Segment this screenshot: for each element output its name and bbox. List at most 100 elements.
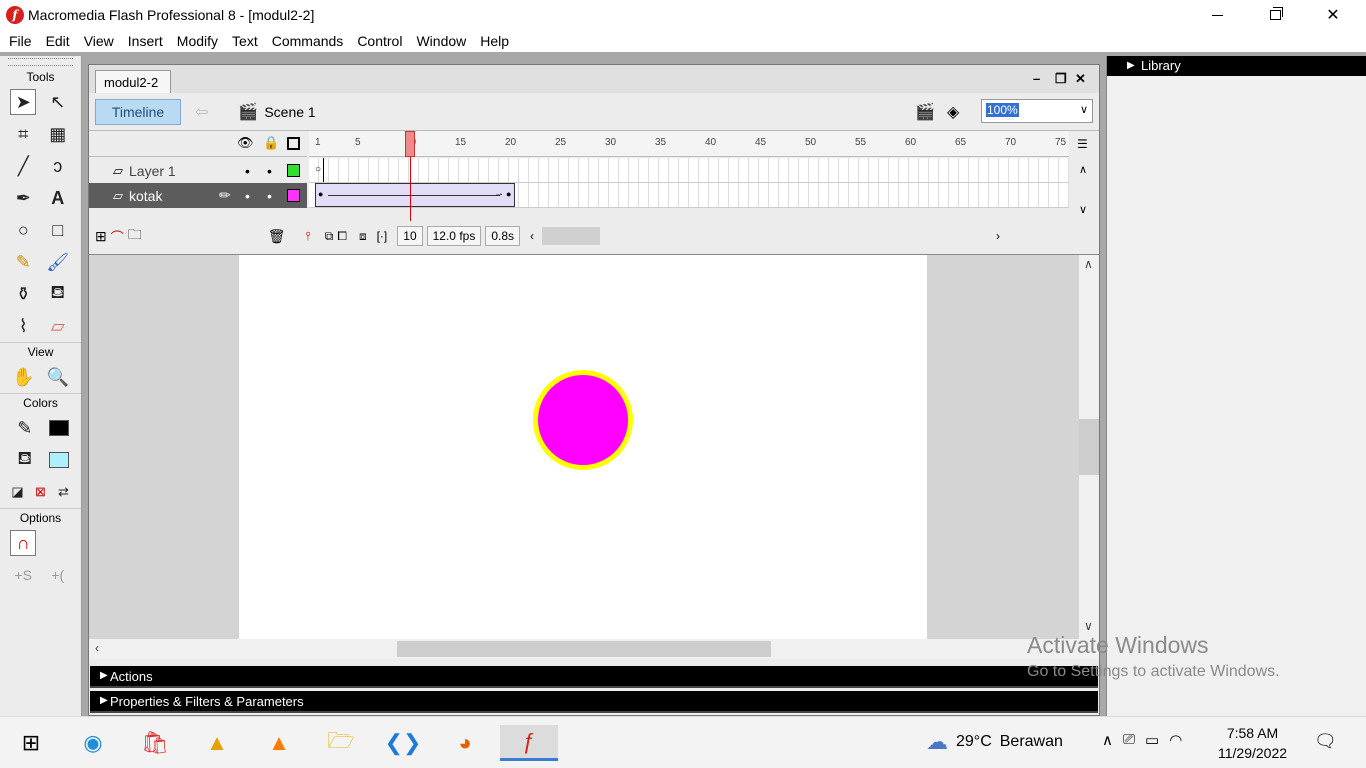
notifications-icon[interactable]: 🗨	[1314, 731, 1337, 752]
snap-to-objects-icon[interactable]: ∩	[10, 530, 37, 556]
edit-multiple-frames-icon[interactable]: ⧈	[359, 229, 367, 244]
magenta-circle-shape[interactable]	[533, 370, 633, 470]
layer-visible-dot[interactable]: •	[245, 188, 250, 204]
layer-outline-swatch[interactable]	[287, 189, 300, 202]
actions-panel-bar[interactable]: ▶ Actions	[90, 666, 1098, 688]
stroke-color-swatch[interactable]	[49, 420, 70, 436]
start-windows-icon[interactable]: ⊞	[12, 725, 50, 761]
line-tool-icon[interactable]: ╱	[10, 153, 36, 179]
selection-tool-icon[interactable]: ➤	[10, 89, 37, 115]
frames-row-kotak[interactable]: ● → ●	[309, 183, 1069, 208]
frame-view-menu-icon[interactable]: ☰	[1077, 137, 1088, 151]
edit-scene-icon[interactable]: 🎬	[915, 102, 935, 122]
doc-restore-icon[interactable]: ❐	[1055, 71, 1067, 87]
frame-ruler[interactable]: 151015202530354045505560657075	[309, 131, 1069, 157]
onion-skin-icon[interactable]: ⧉	[325, 229, 334, 244]
add-motion-guide-icon[interactable]: ⌒	[111, 227, 124, 246]
clock[interactable]: 7:58 AM 11/29/2022	[1218, 723, 1287, 763]
motion-tween-span[interactable]: ● → ●	[315, 183, 515, 207]
subselection-tool-icon[interactable]: ↖	[45, 89, 71, 115]
edit-symbols-icon[interactable]: ◈	[947, 102, 959, 122]
lasso-tool-icon[interactable]: ↄ	[45, 153, 71, 179]
free-transform-tool-icon[interactable]: ⌗	[10, 121, 36, 147]
scroll-down-icon[interactable]: ∨	[1084, 619, 1093, 633]
fill-transform-tool-icon[interactable]: ▦	[45, 121, 71, 147]
menu-text[interactable]: Text	[225, 33, 265, 49]
black-white-icon[interactable]: ◪	[6, 479, 29, 505]
frames-row-layer1[interactable]: ○	[309, 158, 1069, 183]
pasteboard[interactable]	[89, 255, 1079, 639]
timeline-toggle-button[interactable]: Timeline	[95, 98, 181, 125]
playhead[interactable]	[405, 131, 415, 157]
menu-insert[interactable]: Insert	[121, 33, 170, 49]
restore-button[interactable]	[1252, 0, 1298, 30]
rectangle-tool-icon[interactable]: □	[45, 217, 71, 243]
eyedropper-tool-icon[interactable]: ⌇	[10, 313, 36, 339]
menu-commands[interactable]: Commands	[265, 33, 351, 49]
modify-onion-markers-icon[interactable]: [·]	[377, 229, 388, 243]
vlc-icon[interactable]: ▲	[260, 725, 298, 761]
layer-row-kotak[interactable]: ▱ kotak ✏ • •	[89, 183, 307, 208]
stage-horizontal-scrollbar[interactable]: ‹	[89, 639, 1099, 659]
insert-folder-icon[interactable]: 🗀	[128, 224, 142, 248]
layer-lock-dot[interactable]: •	[267, 188, 272, 204]
brush-tool-icon[interactable]: 🖌	[45, 249, 71, 275]
menu-help[interactable]: Help	[473, 33, 516, 49]
lock-all-icon[interactable]: 🔒	[263, 135, 279, 151]
zoom-combobox[interactable]: 100% ∨	[981, 99, 1093, 123]
stage[interactable]	[239, 255, 927, 639]
text-tool-icon[interactable]: A	[45, 185, 71, 211]
menu-modify[interactable]: Modify	[170, 33, 225, 49]
layer-lock-dot[interactable]: •	[267, 163, 272, 179]
vertical-scroll-thumb[interactable]	[1079, 419, 1099, 475]
timeline-scroll-right-icon[interactable]: ›	[996, 229, 1000, 243]
outline-all-icon[interactable]	[287, 137, 300, 150]
wifi-icon[interactable]: ◠	[1169, 731, 1182, 749]
layer-visible-dot[interactable]: •	[245, 163, 250, 179]
menu-edit[interactable]: Edit	[39, 33, 77, 49]
edge-browser-icon[interactable]: ◉	[74, 725, 112, 761]
straighten-icon[interactable]: +(	[45, 562, 71, 588]
horizontal-scroll-thumb[interactable]	[397, 641, 771, 657]
swap-colors-icon[interactable]: ⇄	[52, 479, 75, 505]
minimize-button[interactable]	[1194, 0, 1240, 30]
timeline-scroll-thumb[interactable]	[542, 227, 601, 245]
triangle-app-icon[interactable]: ▲	[198, 725, 236, 761]
doc-close-icon[interactable]: ✕	[1075, 71, 1086, 87]
fill-color-swatch[interactable]	[49, 452, 70, 468]
firefox-icon[interactable]: ◕	[446, 725, 484, 761]
insert-layer-icon[interactable]: ⊞	[95, 228, 107, 245]
scroll-up-icon[interactable]: ∧	[1084, 257, 1093, 271]
menu-view[interactable]: View	[77, 33, 121, 49]
menu-window[interactable]: Window	[409, 33, 473, 49]
close-button[interactable]: ✕	[1310, 0, 1356, 30]
pen-tool-icon[interactable]: ✒	[10, 185, 36, 211]
layer-row-layer1[interactable]: ▱ Layer 1 • •	[89, 158, 307, 183]
show-hide-all-icon[interactable]: 👁	[237, 135, 254, 151]
menu-control[interactable]: Control	[350, 33, 409, 49]
layer-outline-swatch[interactable]	[287, 164, 300, 177]
timeline-scroll-left-icon[interactable]: ‹	[530, 229, 534, 243]
layers-scroll-up-icon[interactable]: ∧	[1079, 163, 1087, 176]
paint-bucket-tool-icon[interactable]: ⛾	[45, 281, 71, 307]
eraser-tool-icon[interactable]: ▱	[45, 313, 71, 339]
ink-bottle-tool-icon[interactable]: ⚱	[10, 281, 36, 307]
panel-grip[interactable]	[8, 58, 73, 66]
document-tab[interactable]: modul2-2	[95, 70, 171, 93]
scroll-left-icon[interactable]: ‹	[95, 641, 99, 655]
onion-skin-outlines-icon[interactable]: ⧠	[337, 229, 347, 244]
vscode-icon[interactable]: ❮❯	[384, 725, 422, 761]
back-arrow-icon[interactable]: ⇦	[195, 102, 208, 122]
hand-tool-icon[interactable]: ✋	[10, 364, 36, 390]
chevron-up-icon[interactable]: ∧	[1102, 731, 1113, 749]
center-frame-icon[interactable]: ⫯	[306, 229, 311, 244]
battery-icon[interactable]: ▭	[1145, 731, 1159, 749]
smooth-icon[interactable]: +S	[10, 562, 36, 588]
library-panel-bar[interactable]: ▶ Library	[1107, 56, 1366, 76]
flash-taskbar-icon[interactable]: ƒ	[500, 725, 558, 761]
doc-minimize-icon[interactable]: –	[1033, 71, 1040, 86]
file-explorer-icon[interactable]: 🗁	[322, 725, 360, 761]
oval-tool-icon[interactable]: ○	[10, 217, 36, 243]
network-device-icon[interactable]: ⎚	[1123, 731, 1135, 749]
stage-vertical-scrollbar[interactable]: ∧ ∨	[1079, 255, 1099, 639]
